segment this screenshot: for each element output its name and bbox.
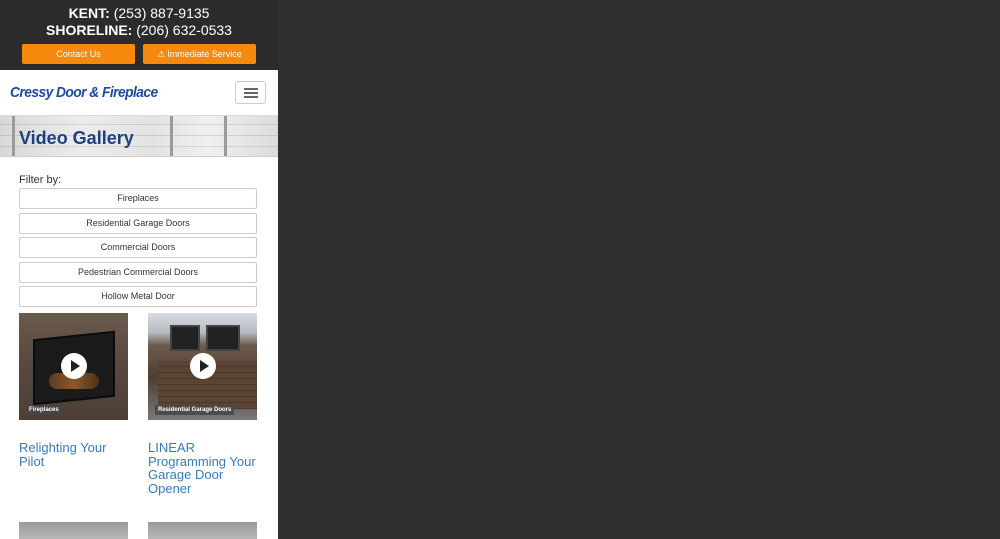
filter-section: Filter by: Fireplaces Residential Garage… [0, 157, 278, 307]
site-logo[interactable]: Cressy Door & Fireplace [10, 84, 158, 101]
video-title-link[interactable]: LINEAR Programming Your Garage Door Open… [148, 441, 257, 495]
kent-phone-line[interactable]: KENT: (253) 887-9135 [0, 5, 278, 22]
play-icon[interactable] [61, 353, 87, 379]
video-thumbnail-partial[interactable] [19, 522, 128, 539]
video-thumbnail[interactable]: Fireplaces [19, 313, 128, 420]
immediate-service-button[interactable]: ⚠ Immediate Service [143, 44, 256, 64]
cta-row: Contact Us ⚠ Immediate Service [0, 44, 278, 64]
shoreline-label: SHORELINE: [46, 22, 133, 38]
site-navbar: Cressy Door & Fireplace [0, 70, 278, 116]
filter-label: Filter by: [19, 174, 62, 186]
video-title-link[interactable]: Relighting Your Pilot [19, 441, 128, 468]
top-contact-bar: KENT: (253) 887-9135 SHORELINE: (206) 63… [0, 0, 278, 70]
play-icon[interactable] [190, 353, 216, 379]
kent-phone[interactable]: (253) 887-9135 [114, 5, 210, 21]
contact-us-label: Contact Us [56, 49, 101, 59]
video-card[interactable]: Residential Garage Doors LINEAR Programm… [148, 313, 257, 495]
hamburger-icon[interactable] [235, 81, 266, 104]
video-thumbnail-partial[interactable] [148, 522, 257, 539]
filter-hollow-metal-door-button[interactable]: Hollow Metal Door [19, 286, 257, 307]
mobile-viewport: KENT: (253) 887-9135 SHORELINE: (206) 63… [0, 0, 278, 539]
video-thumbnail[interactable]: Residential Garage Doors [148, 313, 257, 420]
filter-pedestrian-commercial-doors-button[interactable]: Pedestrian Commercial Doors [19, 261, 257, 283]
video-card[interactable]: Fireplaces Relighting Your Pilot [19, 313, 128, 468]
shoreline-phone[interactable]: (206) 632-0533 [136, 22, 232, 38]
filter-fireplaces-button[interactable]: Fireplaces [19, 188, 257, 209]
video-category-badge: Fireplaces [26, 405, 62, 415]
immediate-service-label: Immediate Service [167, 49, 242, 59]
kent-label: KENT: [68, 5, 110, 21]
page-title: Video Gallery [19, 128, 134, 148]
warning-icon: ⚠ [157, 49, 166, 59]
contact-us-button[interactable]: Contact Us [22, 44, 135, 64]
filter-residential-garage-doors-button[interactable]: Residential Garage Doors [19, 212, 257, 234]
filter-commercial-doors-button[interactable]: Commercial Doors [19, 237, 257, 258]
page-banner: Video Gallery [0, 116, 278, 157]
shoreline-phone-line[interactable]: SHORELINE: (206) 632-0533 [0, 22, 278, 39]
video-category-badge: Residential Garage Doors [155, 405, 235, 415]
